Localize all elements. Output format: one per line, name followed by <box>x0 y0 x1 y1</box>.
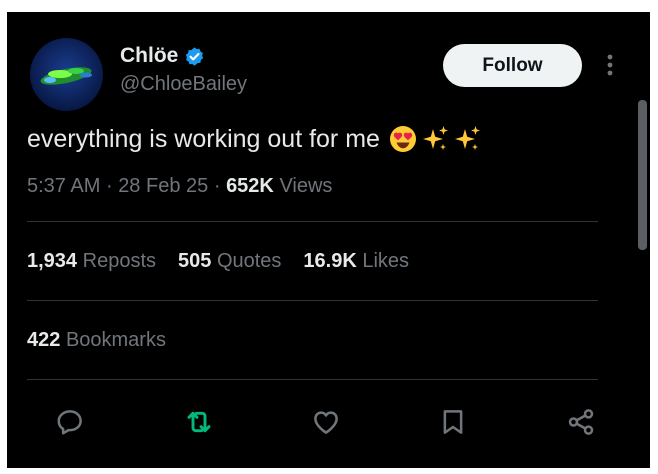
reply-button[interactable] <box>52 404 88 440</box>
quotes-count: 505 <box>178 250 212 272</box>
bookmark-button[interactable] <box>435 404 471 440</box>
share-icon <box>568 409 594 435</box>
views-count: 652K <box>226 175 274 197</box>
divider <box>27 300 598 301</box>
views-label: Views <box>279 175 333 197</box>
scrollbar[interactable] <box>638 100 647 250</box>
bookmarks-stat[interactable]: 422 Bookmarks <box>27 329 166 352</box>
divider <box>27 221 598 222</box>
tweet-time[interactable]: 5:37 AM <box>27 175 100 197</box>
reposts-stat[interactable]: 1,934 Reposts <box>27 250 156 273</box>
bookmark-icon <box>443 410 463 434</box>
meta-separator: · <box>105 175 113 197</box>
avatar[interactable] <box>30 38 103 111</box>
reposts-label: Reposts <box>82 250 156 272</box>
sparkles-emoji-icon <box>454 126 480 150</box>
like-icon <box>314 411 338 434</box>
verified-badge-icon <box>186 46 204 66</box>
bookmarks-label: Bookmarks <box>65 329 166 351</box>
share-button[interactable] <box>563 404 599 440</box>
tweet-card: Chlöe @ChloeBailey Follow everything is … <box>7 12 650 468</box>
heart-eyes-emoji-icon <box>389 126 416 152</box>
engagement-stats: 1,934 Reposts 505 Quotes 16.9K Likes <box>27 250 431 273</box>
tweet-text: everything is working out for me <box>27 124 380 153</box>
repost-button[interactable] <box>181 404 217 440</box>
like-button[interactable] <box>308 404 344 440</box>
likes-count: 16.9K <box>303 250 357 272</box>
author-name-row: Chlöe <box>120 44 205 68</box>
bookmarks-count: 422 <box>27 329 61 351</box>
tweet-text-row: everything is working out for me <box>27 124 482 154</box>
author-name[interactable]: Chlöe <box>120 44 178 68</box>
reply-icon <box>57 410 82 435</box>
likes-stat[interactable]: 16.9K Likes <box>303 250 409 273</box>
more-options-icon[interactable] <box>600 50 620 80</box>
author-handle[interactable]: @ChloeBailey <box>120 73 247 96</box>
divider <box>27 379 598 380</box>
sparkles-emoji-icon <box>422 126 448 150</box>
reposts-count: 1,934 <box>27 250 78 272</box>
quotes-stat[interactable]: 505 Quotes <box>178 250 281 273</box>
tweet-meta: 5:37 AM · 28 Feb 25 · 652K Views <box>27 175 332 198</box>
repost-icon <box>187 411 211 433</box>
meta-separator: · <box>213 175 221 197</box>
follow-button[interactable]: Follow <box>443 44 582 87</box>
likes-label: Likes <box>362 250 410 272</box>
quotes-label: Quotes <box>216 250 282 272</box>
tweet-date[interactable]: 28 Feb 25 <box>118 175 208 197</box>
tweet-emojis <box>388 124 482 154</box>
